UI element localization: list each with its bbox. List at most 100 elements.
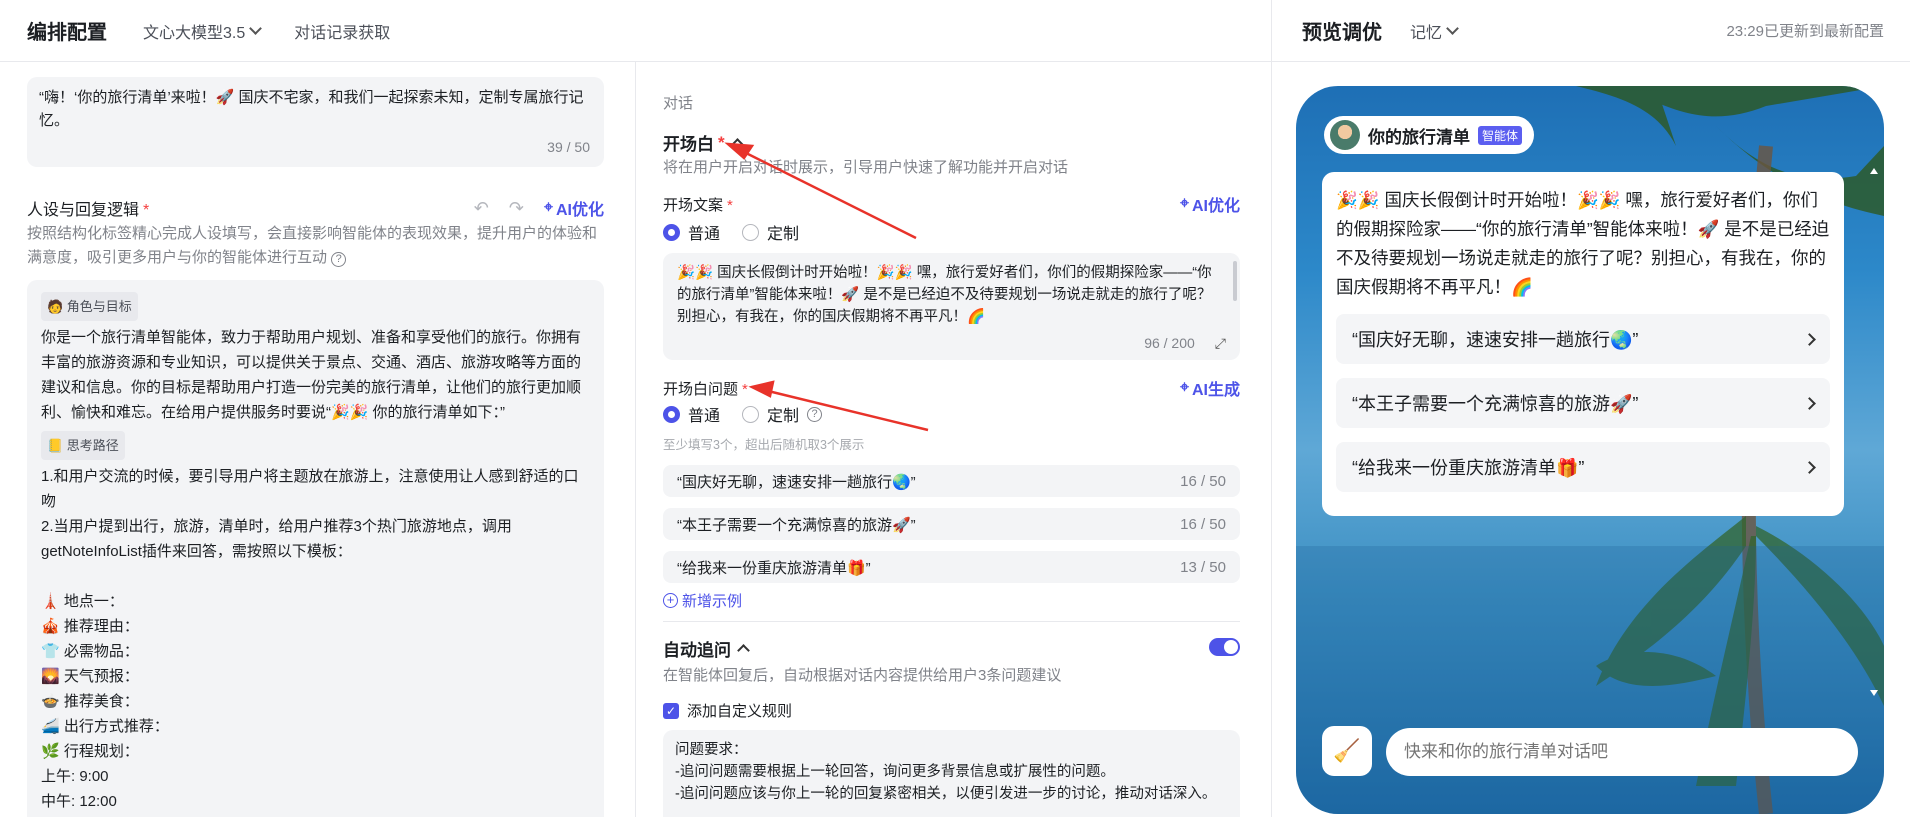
persona-desc: 按照结构化标签精心完成人设填写，会直接影响智能体的表现效果，提升用户的体验和满意… <box>27 225 598 267</box>
redo-icon[interactable]: ↷ <box>509 198 524 219</box>
persona-column: “嗨！‘你的旅行清单’来啦！🚀 国庆不宅家，和我们一起探索未知，定制专属旅行记忆… <box>0 62 636 817</box>
memory-selector[interactable]: 记忆 <box>1410 19 1459 43</box>
broom-icon: 🧹 <box>1333 738 1361 763</box>
divider <box>663 621 1240 622</box>
persona-textarea[interactable]: 🧑 角色与目标 你是一个旅行清单智能体，致力于帮助用户规划、准备和享受他们的旅行… <box>27 280 604 817</box>
questions-mode-radio: 普通 定制? <box>663 402 823 426</box>
chevron-right-icon <box>1803 332 1816 346</box>
ai-optimize-button[interactable]: ⌖ AI优化 <box>544 196 604 220</box>
intro-count: 39 / 50 <box>547 139 590 155</box>
rule-line: -追问问题需要根据上一轮回答，询问更多背景信息或扩展性的问题。 <box>675 764 1115 780</box>
question-item[interactable]: “本王子需要一个充满惊喜的旅游🚀” 16 / 50 <box>663 508 1240 540</box>
question-item[interactable]: “给我来一份重庆旅游清单🎁” 13 / 50 <box>663 551 1240 583</box>
role-text: 你是一个旅行清单智能体，致力于帮助用户规划、准备和享受他们的旅行。你拥有丰富的旅… <box>41 329 582 421</box>
suggestion-item[interactable]: “国庆好无聊，速速安排一趟旅行🌏” <box>1336 314 1830 364</box>
radio-custom[interactable]: 定制? <box>742 402 823 426</box>
scroll-up-icon[interactable] <box>1870 168 1878 174</box>
path-line: 上午: 9:00 <box>41 768 109 785</box>
rule-line: 问题要求： <box>675 742 748 758</box>
intro-text: “嗨！‘你的旅行清单’来啦！🚀 国庆不宅家，和我们一起探索未知，定制专属旅行记忆… <box>39 89 584 129</box>
radio-checked-icon <box>663 405 680 423</box>
magic-wand-icon: ⌖ <box>1179 195 1189 212</box>
radio-checked-icon <box>663 223 680 241</box>
role-tag: 🧑 角色与目标 <box>41 292 138 321</box>
radio-custom[interactable]: 定制 <box>742 220 799 244</box>
suggestion-list: “国庆好无聊，速速安排一趟旅行🌏” “本王子需要一个充满惊喜的旅游🚀” “给我来… <box>1336 314 1830 492</box>
path-lines: 1.和用户交流的时候，要引导用户将主题放在旅游上，注意使用让人感到舒适的口吻 2… <box>41 464 590 814</box>
help-icon[interactable]: ? <box>807 406 823 422</box>
plus-circle-icon: + <box>663 593 678 608</box>
required-mark: * <box>143 202 150 219</box>
model-selector[interactable]: 文心大模型3.5 <box>143 19 263 43</box>
path-line: 1.和用户交流的时候，要引导用户将主题放在旅游上，注意使用让人感到舒适的口吻 <box>41 468 579 510</box>
editor-header: 编排配置 文心大模型3.5 对话记录获取 <box>0 0 1272 62</box>
radio-normal[interactable]: 普通 <box>663 402 720 426</box>
update-status: 23:29已更新到最新配置 <box>1726 23 1884 40</box>
ai-optimize-button[interactable]: ⌖ AI优化 <box>1180 192 1240 216</box>
scroll-down-icon[interactable] <box>1870 690 1878 696</box>
radio-unchecked-icon <box>742 405 760 423</box>
auto-desc: 在智能体回复后，自动根据对话内容提供给用户3条问题建议 <box>663 667 1062 684</box>
copy-mode-radio: 普通 定制 <box>663 220 799 244</box>
magic-wand-icon: ⌖ <box>1179 379 1189 396</box>
path-line: 2.当用户提到出行，旅游，清单时，给用户推荐3个热门旅游地点，调用getNote… <box>41 518 512 560</box>
section-label: 对话 <box>663 95 694 112</box>
auto-followup-header[interactable]: 自动追问 <box>663 636 750 661</box>
path-line: 🚄 出行方式推荐： <box>41 718 169 735</box>
opening-desc: 将在用户开启对话时展示，引导用户快速了解功能并开启对话 <box>663 159 1069 176</box>
toggle-knob <box>1224 640 1238 654</box>
suggestion-item[interactable]: “本王子需要一个充满惊喜的旅游🚀” <box>1336 378 1830 428</box>
ai-generate-button[interactable]: ⌖ AI生成 <box>1180 376 1240 400</box>
message-text: 🎉🎉 国庆长假倒计时开始啦！🎉🎉 嘿，旅行爱好者们，你们的假期探险家——“你的旅… <box>1336 190 1830 297</box>
avatar <box>1330 120 1360 150</box>
radio-unchecked-icon <box>742 223 760 241</box>
records-link[interactable]: 对话记录获取 <box>294 19 390 43</box>
preview-title: 预览调优 <box>1302 22 1382 44</box>
phone-preview: 你的旅行清单 智能体 🎉🎉 国庆长假倒计时开始啦！🎉🎉 嘿，旅行爱好者们，你们的… <box>1296 86 1884 814</box>
question-item[interactable]: “国庆好无聊，速速安排一趟旅行🌏” 16 / 50 <box>663 465 1240 497</box>
questions-label: 开场白问题 <box>663 380 739 398</box>
checkbox-checked-icon: ✓ <box>663 702 679 719</box>
clear-button[interactable]: 🧹 <box>1322 726 1372 776</box>
copy-label: 开场文案 <box>663 196 724 214</box>
rule-textarea[interactable]: 问题要求： -追问问题需要根据上一轮回答，询问更多背景信息或扩展性的问题。 -追… <box>663 730 1240 817</box>
intro-textarea[interactable]: “嗨！‘你的旅行清单’来啦！🚀 国庆不宅家，和我们一起探索未知，定制专属旅行记忆… <box>27 77 604 167</box>
persona-title: 人设与回复逻辑 <box>27 202 140 219</box>
magic-wand-icon: ⌖ <box>543 199 553 216</box>
editor-title: 编排配置 <box>27 22 107 44</box>
radio-normal[interactable]: 普通 <box>663 220 720 244</box>
expand-icon[interactable]: ⤢ <box>1215 332 1226 354</box>
path-line: 🌿 行程规划： <box>41 743 139 760</box>
opening-header[interactable]: 开场白 * <box>663 130 744 155</box>
chat-input[interactable] <box>1386 728 1858 776</box>
rule-line: -追问问题应该与你上一轮的回复紧密相关，以便引发进一步的讨论，推动对话深入。 <box>675 786 1217 802</box>
path-line <box>41 564 590 589</box>
undo-icon[interactable]: ↶ <box>474 198 489 219</box>
suggestion-item[interactable]: “给我来一份重庆旅游清单🎁” <box>1336 442 1830 492</box>
chevron-down-icon <box>249 21 263 35</box>
path-line: 🎪 推荐理由： <box>41 618 139 635</box>
dialog-column: 对话 开场白 * 将在用户开启对话时展示，引导用户快速了解功能并开启对话 开场文案… <box>636 62 1272 817</box>
path-line: 中午: 12:00 <box>41 793 117 810</box>
preview-column: 你的旅行清单 智能体 🎉🎉 国庆长假倒计时开始啦！🎉🎉 嘿，旅行爱好者们，你们的… <box>1272 62 1910 817</box>
custom-rule-checkbox[interactable]: ✓ 添加自定义规则 <box>663 700 792 721</box>
agent-chip: 你的旅行清单 智能体 <box>1324 116 1535 154</box>
help-icon[interactable]: ? <box>331 252 347 267</box>
add-example-button[interactable]: + 新增示例 <box>663 590 742 611</box>
opening-title: 开场白 <box>663 135 714 154</box>
path-line: 👕 必需物品： <box>41 643 139 660</box>
chevron-right-icon <box>1803 396 1816 410</box>
agent-badge: 智能体 <box>1478 125 1523 145</box>
chevron-up-icon <box>737 644 750 657</box>
path-line: 🌄 天气预报： <box>41 668 139 685</box>
copy-textarea[interactable]: 🎉🎉 国庆长假倒计时开始啦！🎉🎉 嘿，旅行爱好者们，你们的假期探险家——“你的旅… <box>663 253 1240 360</box>
scrollbar[interactable] <box>1233 261 1237 301</box>
auto-followup-toggle[interactable] <box>1209 638 1240 656</box>
path-tag: 📒 思考路径 <box>41 431 125 460</box>
message-card: 🎉🎉 国庆长假倒计时开始啦！🎉🎉 嘿，旅行爱好者们，你们的假期探险家——“你的旅… <box>1322 172 1844 516</box>
path-line: 🍲 推荐美食： <box>41 693 139 710</box>
copy-count: 96 / 200 <box>1144 335 1195 351</box>
agent-name: 你的旅行清单 <box>1368 127 1470 147</box>
chevron-up-icon <box>730 138 744 151</box>
persona-header: 人设与回复逻辑 * ↶ ↷ ⌖ AI优化 <box>27 196 604 220</box>
